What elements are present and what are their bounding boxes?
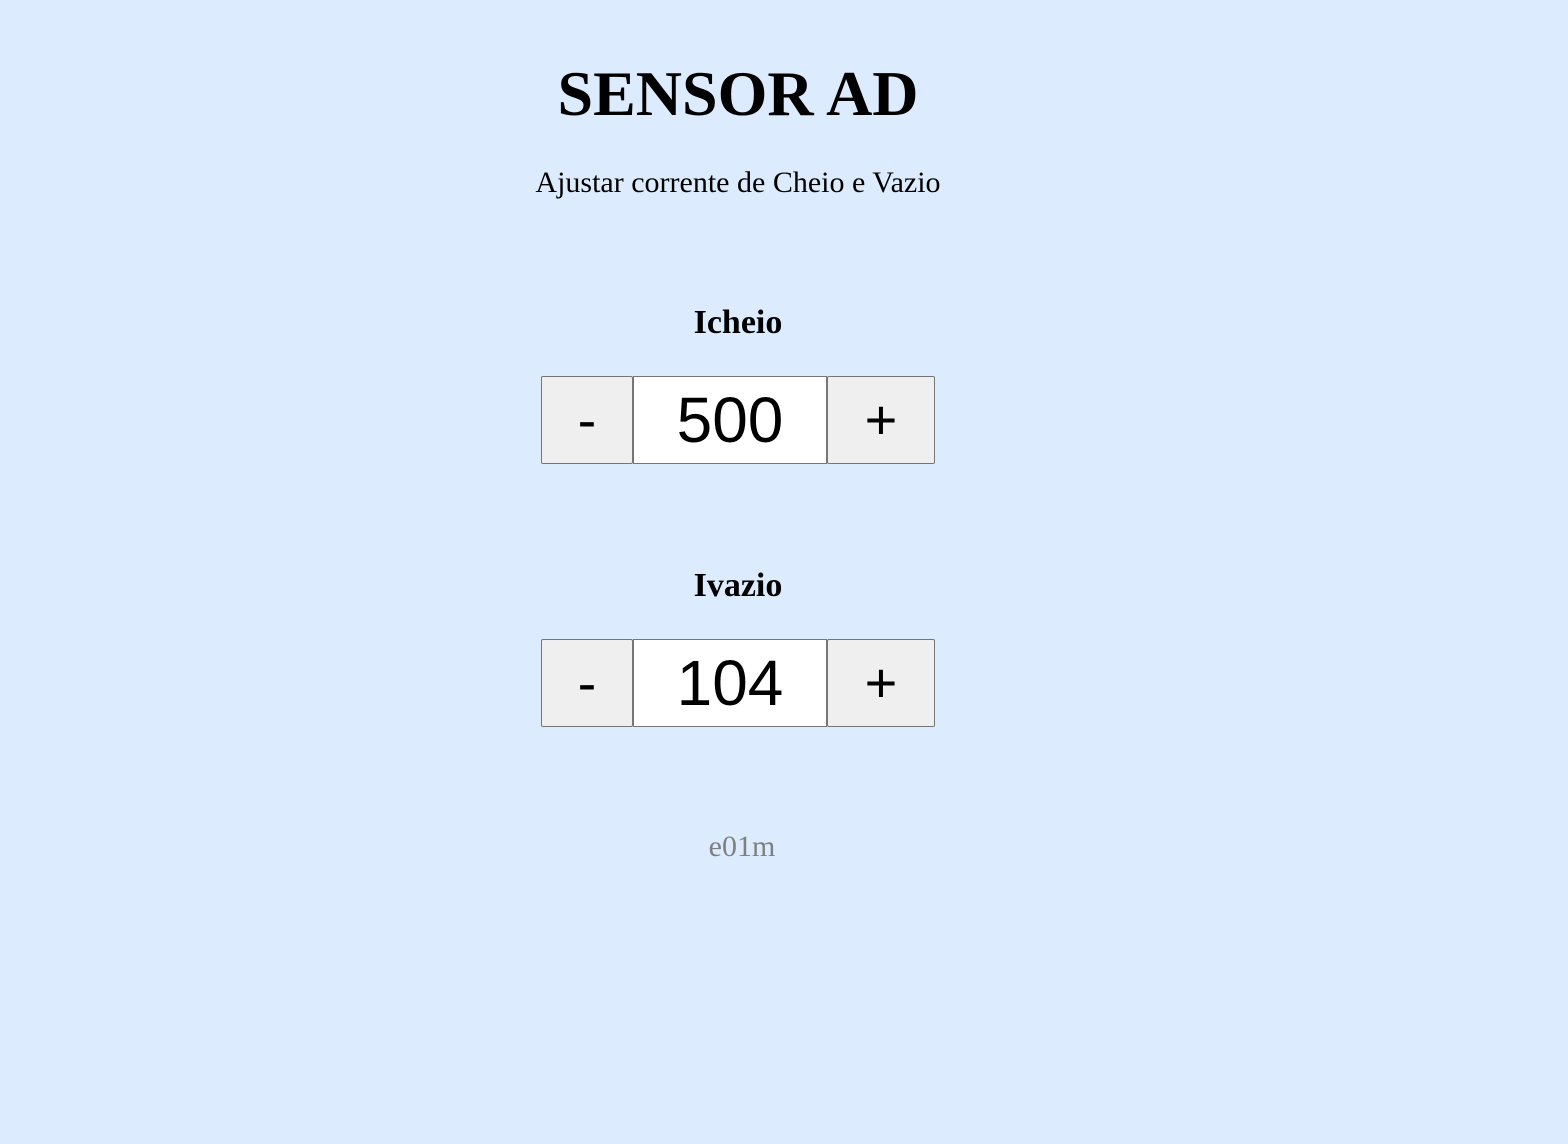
page-title: SENSOR AD [557,58,919,129]
icheio-increment-button[interactable]: + [827,376,935,464]
page: SENSOR AD Ajustar corrente de Cheio e Va… [0,0,1568,1144]
ivazio-increment-button[interactable]: + [827,639,935,727]
page-subtitle: Ajustar corrente de Cheio e Vazio [535,166,941,199]
footer-text: e01m [708,830,776,863]
icheio-stepper: - + [541,376,935,464]
ivazio-label: Ivazio [693,567,783,604]
ivazio-value-input[interactable] [633,639,827,727]
ivazio-decrement-button[interactable]: - [541,639,633,727]
icheio-value-input[interactable] [633,376,827,464]
icheio-decrement-button[interactable]: - [541,376,633,464]
icheio-label: Icheio [693,304,783,341]
ivazio-stepper: - + [541,639,935,727]
